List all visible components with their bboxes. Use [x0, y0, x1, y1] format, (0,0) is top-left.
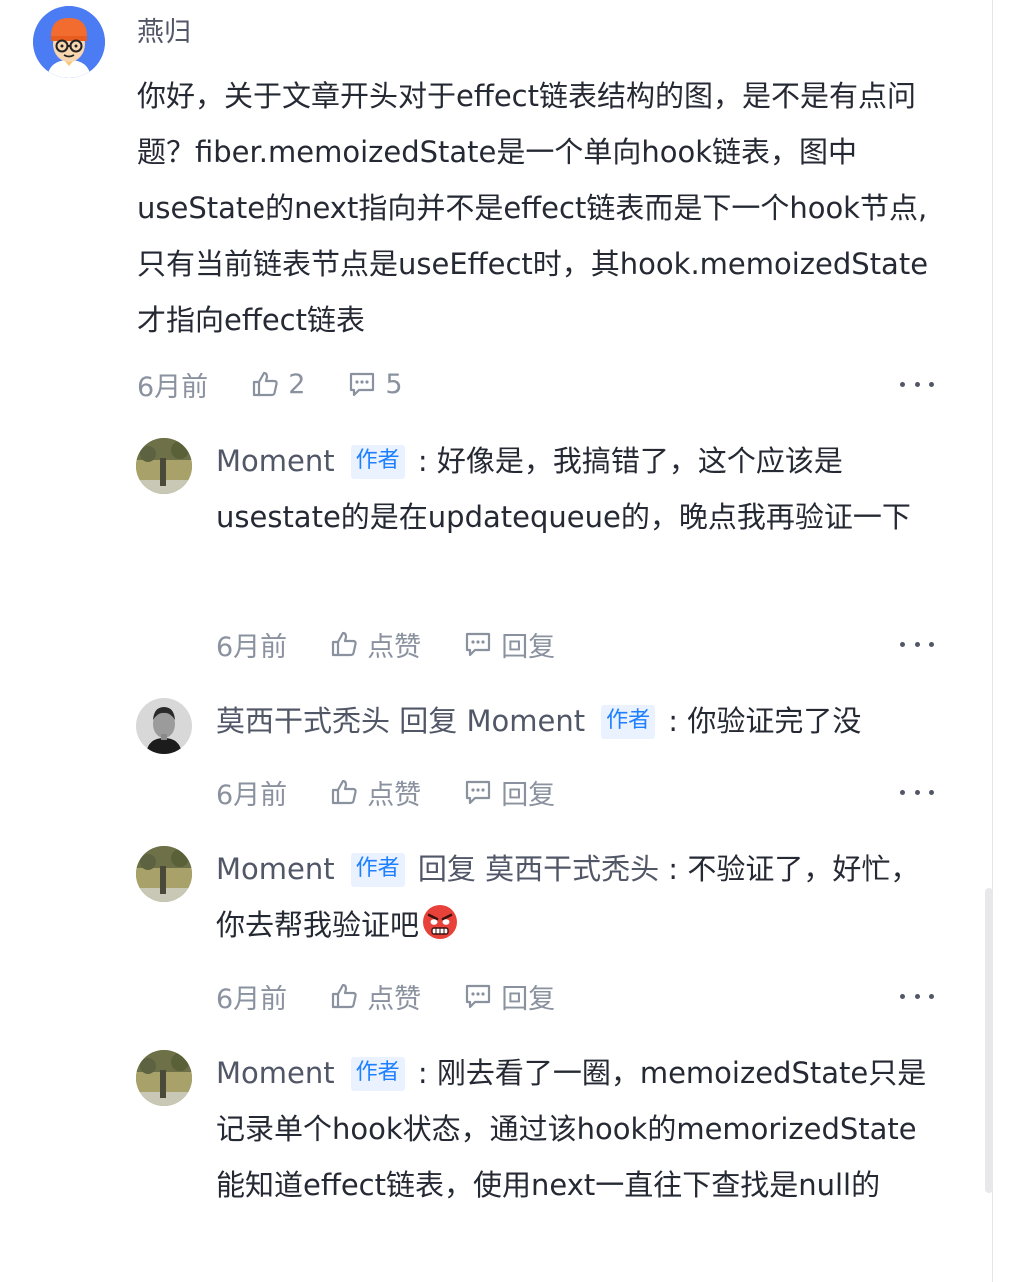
reply-actions: 6月前 点赞 回复 — [216, 624, 597, 664]
reply-content: 莫西干式秃头 回复 Moment 作者 : 你验证完了没 — [216, 704, 862, 739]
like-label: 点赞 — [367, 983, 422, 1015]
like-label: 点赞 — [367, 779, 422, 811]
reply-actions: 6月前 点赞 回复 — [216, 976, 597, 1016]
comment-section: 燕归 你好，关于文章开头对于effect链表结构的图，是不是有点问题？fiber… — [0, 0, 992, 1282]
reply-time: 6月前 — [216, 779, 288, 811]
like-button[interactable]: 点赞 — [329, 625, 421, 664]
reply-word: 回复 — [417, 852, 476, 886]
reply-author[interactable]: Moment — [216, 852, 335, 886]
author-badge: 作者 — [601, 705, 656, 739]
avatar[interactable] — [136, 1050, 192, 1106]
author-badge: 作者 — [350, 853, 405, 887]
like-button[interactable]: 2 — [250, 369, 305, 400]
reply-button[interactable]: 回复 — [463, 625, 555, 664]
author-badge: 作者 — [350, 1057, 405, 1091]
reply-word: 回复 — [399, 704, 458, 738]
reply-time: 6月前 — [216, 983, 288, 1015]
avatar[interactable] — [33, 6, 105, 78]
thumbs-up-icon — [332, 779, 357, 805]
thumbs-up-icon — [332, 983, 357, 1009]
avatar[interactable] — [136, 438, 192, 494]
reply-to-user[interactable]: Moment — [466, 704, 585, 738]
comment-actions: 6月前 2 5 — [137, 364, 445, 404]
avatar[interactable] — [136, 846, 192, 902]
reply-author[interactable]: Moment — [216, 1056, 335, 1090]
comment-time: 6月前 — [137, 371, 209, 403]
more-options-icon[interactable] — [900, 782, 934, 802]
comment-icon — [466, 984, 491, 1009]
more-options-icon[interactable] — [900, 374, 934, 394]
more-options-icon[interactable] — [900, 986, 934, 1006]
comment-author[interactable]: 燕归 — [137, 14, 191, 52]
avatar[interactable] — [136, 698, 192, 754]
like-button[interactable]: 点赞 — [329, 773, 421, 812]
reply-content: Moment 作者 回复 莫西干式秃头 : 不验证了，好忙，你去帮我验证吧 — [216, 852, 920, 942]
reply-content: Moment 作者 : 好像是，我搞错了，这个应该是usestate的是在upda… — [216, 444, 911, 534]
reply-author[interactable]: Moment — [216, 444, 335, 478]
scrollbar[interactable] — [985, 888, 993, 1193]
like-button[interactable]: 点赞 — [329, 977, 421, 1016]
reply-time: 6月前 — [216, 631, 288, 663]
reply-count: 5 — [385, 368, 403, 400]
like-label: 点赞 — [367, 631, 422, 663]
comment-icon — [466, 632, 491, 657]
reply-label: 回复 — [501, 631, 556, 663]
thumbs-up-icon — [332, 631, 357, 657]
reply-actions: 6月前 点赞 回复 — [216, 772, 597, 812]
more-options-icon[interactable] — [900, 634, 934, 654]
reply-text: 你验证完了没 — [687, 704, 862, 738]
angry-face-icon — [423, 905, 458, 939]
like-count: 2 — [288, 368, 306, 400]
reply-content: Moment 作者 : 刚去看了一圈，memoizedState只是记录单个hoo… — [216, 1056, 927, 1202]
comment-icon — [466, 780, 491, 805]
reply-author[interactable]: 莫西干式秃头 — [216, 704, 390, 738]
reply-button[interactable]: 回复 — [463, 977, 555, 1016]
reply-to-user[interactable]: 莫西干式秃头 — [485, 852, 659, 886]
thumbs-up-icon — [253, 371, 278, 397]
comment-icon — [350, 372, 375, 397]
author-badge: 作者 — [350, 445, 405, 479]
reply-label: 回复 — [501, 779, 556, 811]
reply-button[interactable]: 回复 — [463, 773, 555, 812]
reply-button[interactable]: 5 — [347, 368, 403, 400]
comment-content: 你好，关于文章开头对于effect链表结构的图，是不是有点问题？fiber.me… — [137, 79, 929, 337]
reply-label: 回复 — [501, 983, 556, 1015]
